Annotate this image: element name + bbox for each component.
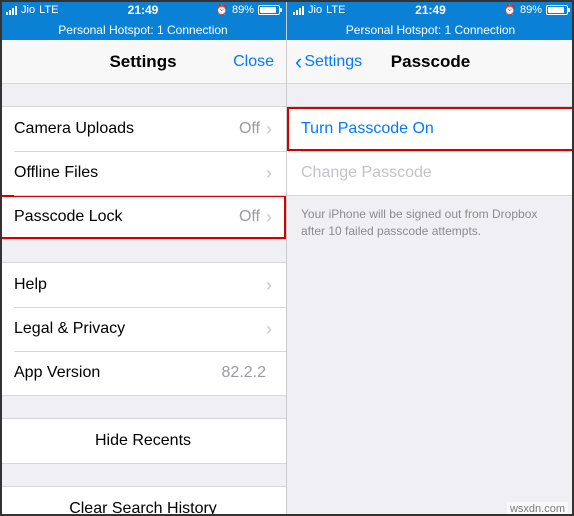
network-label: LTE xyxy=(39,4,58,16)
page-title: Passcode xyxy=(391,52,470,72)
signal-bars-icon xyxy=(293,6,304,15)
signal-bars-icon xyxy=(6,6,17,15)
row-offline-files[interactable]: Offline Files › xyxy=(0,151,286,195)
row-value: Off xyxy=(239,208,260,226)
chevron-right-icon: › xyxy=(266,163,272,184)
row-help[interactable]: Help › xyxy=(0,263,286,307)
row-label: Turn Passcode On xyxy=(301,120,434,138)
network-label: LTE xyxy=(326,4,345,16)
chevron-right-icon: › xyxy=(266,119,272,140)
watermark: wsxdn.com xyxy=(507,502,568,516)
status-carrier: Jio LTE xyxy=(6,4,58,16)
row-passcode-lock[interactable]: Passcode Lock Off › xyxy=(0,195,286,239)
close-button[interactable]: Close xyxy=(233,53,274,71)
chevron-left-icon: ‹ xyxy=(295,51,302,73)
row-value: 82.2.2 xyxy=(222,364,266,382)
status-bar: Jio LTE 21:49 ⏰ 89% xyxy=(287,0,574,20)
hotspot-banner[interactable]: Personal Hotspot: 1 Connection xyxy=(0,20,286,40)
row-value: Off xyxy=(239,120,260,138)
row-clear-search[interactable]: Clear Search History xyxy=(0,487,286,516)
row-label: Camera Uploads xyxy=(14,120,134,138)
battery-percent: 89% xyxy=(232,4,254,16)
hotspot-banner[interactable]: Personal Hotspot: 1 Connection xyxy=(287,20,574,40)
nav-bar: ‹ Settings Passcode xyxy=(287,40,574,84)
status-time: 21:49 xyxy=(128,3,159,17)
row-label: Help xyxy=(14,276,47,294)
chevron-right-icon: › xyxy=(266,319,272,340)
row-label: Legal & Privacy xyxy=(14,320,125,338)
back-label: Settings xyxy=(304,53,362,71)
passcode-note: Your iPhone will be signed out from Drop… xyxy=(287,196,574,250)
row-label: Passcode Lock xyxy=(14,208,123,226)
row-app-version: App Version 82.2.2 xyxy=(0,351,286,395)
alarm-icon: ⏰ xyxy=(504,5,516,16)
row-label: App Version xyxy=(14,364,100,382)
row-label: Hide Recents xyxy=(95,432,191,450)
status-time: 21:49 xyxy=(415,3,446,17)
page-title: Settings xyxy=(109,52,176,72)
battery-icon xyxy=(258,5,280,15)
battery-percent: 89% xyxy=(520,4,542,16)
row-legal[interactable]: Legal & Privacy › xyxy=(0,307,286,351)
battery-icon xyxy=(546,5,568,15)
settings-list: Camera Uploads Off › Offline Files › Pas… xyxy=(0,84,286,516)
row-label: Change Passcode xyxy=(301,164,432,182)
row-label: Clear Search History xyxy=(69,500,217,516)
chevron-right-icon: › xyxy=(266,275,272,296)
row-hide-recents[interactable]: Hide Recents xyxy=(0,419,286,463)
carrier-label: Jio xyxy=(308,4,322,16)
back-button[interactable]: ‹ Settings xyxy=(295,51,362,73)
alarm-icon: ⏰ xyxy=(216,5,228,16)
chevron-right-icon: › xyxy=(266,207,272,228)
passcode-list: Turn Passcode On Change Passcode Your iP… xyxy=(287,84,574,250)
right-screenshot: Jio LTE 21:49 ⏰ 89% Personal Hotspot: 1 … xyxy=(287,0,574,516)
row-camera-uploads[interactable]: Camera Uploads Off › xyxy=(0,107,286,151)
left-screenshot: Jio LTE 21:49 ⏰ 89% Personal Hotspot: 1 … xyxy=(0,0,287,516)
row-turn-passcode-on[interactable]: Turn Passcode On xyxy=(287,107,574,151)
status-bar: Jio LTE 21:49 ⏰ 89% xyxy=(0,0,286,20)
nav-bar: Settings Close xyxy=(0,40,286,84)
row-change-passcode: Change Passcode xyxy=(287,151,574,195)
status-carrier: Jio LTE xyxy=(293,4,345,16)
carrier-label: Jio xyxy=(21,4,35,16)
row-label: Offline Files xyxy=(14,164,98,182)
